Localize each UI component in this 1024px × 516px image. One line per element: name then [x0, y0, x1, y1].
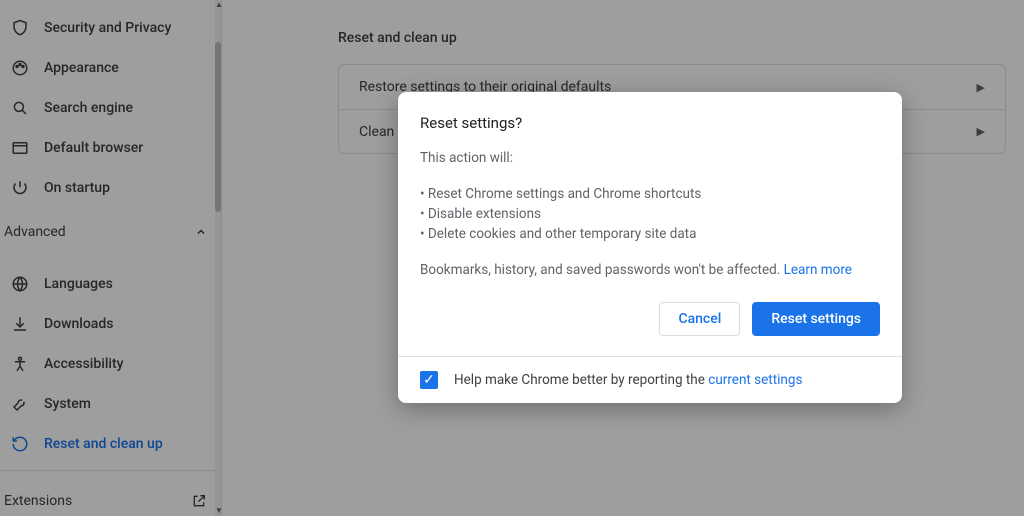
dialog-text: This action will: • Reset Chrome setting…: [420, 148, 880, 280]
reset-settings-dialog: Reset settings? This action will: • Rese…: [398, 92, 902, 403]
learn-more-link[interactable]: Learn more: [784, 262, 852, 278]
dialog-actions: Cancel Reset settings: [420, 302, 880, 336]
dialog-intro: This action will:: [420, 148, 880, 168]
dialog-note: Bookmarks, history, and saved passwords …: [420, 260, 880, 280]
dialog-bullet: • Delete cookies and other temporary sit…: [420, 224, 880, 244]
dialog-title: Reset settings?: [420, 114, 880, 132]
dialog-bullets: • Reset Chrome settings and Chrome short…: [420, 184, 880, 244]
dialog-body: Reset settings? This action will: • Rese…: [398, 92, 902, 356]
dialog-footer: ✓ Help make Chrome better by reporting t…: [398, 356, 902, 403]
dialog-bullet: • Reset Chrome settings and Chrome short…: [420, 184, 880, 204]
report-checkbox[interactable]: ✓: [420, 371, 438, 389]
current-settings-link[interactable]: current settings: [708, 372, 802, 388]
cancel-button[interactable]: Cancel: [659, 302, 740, 336]
dialog-footer-text: Help make Chrome better by reporting the…: [454, 372, 802, 388]
dialog-bullet: • Disable extensions: [420, 204, 880, 224]
reset-settings-button[interactable]: Reset settings: [752, 302, 880, 336]
